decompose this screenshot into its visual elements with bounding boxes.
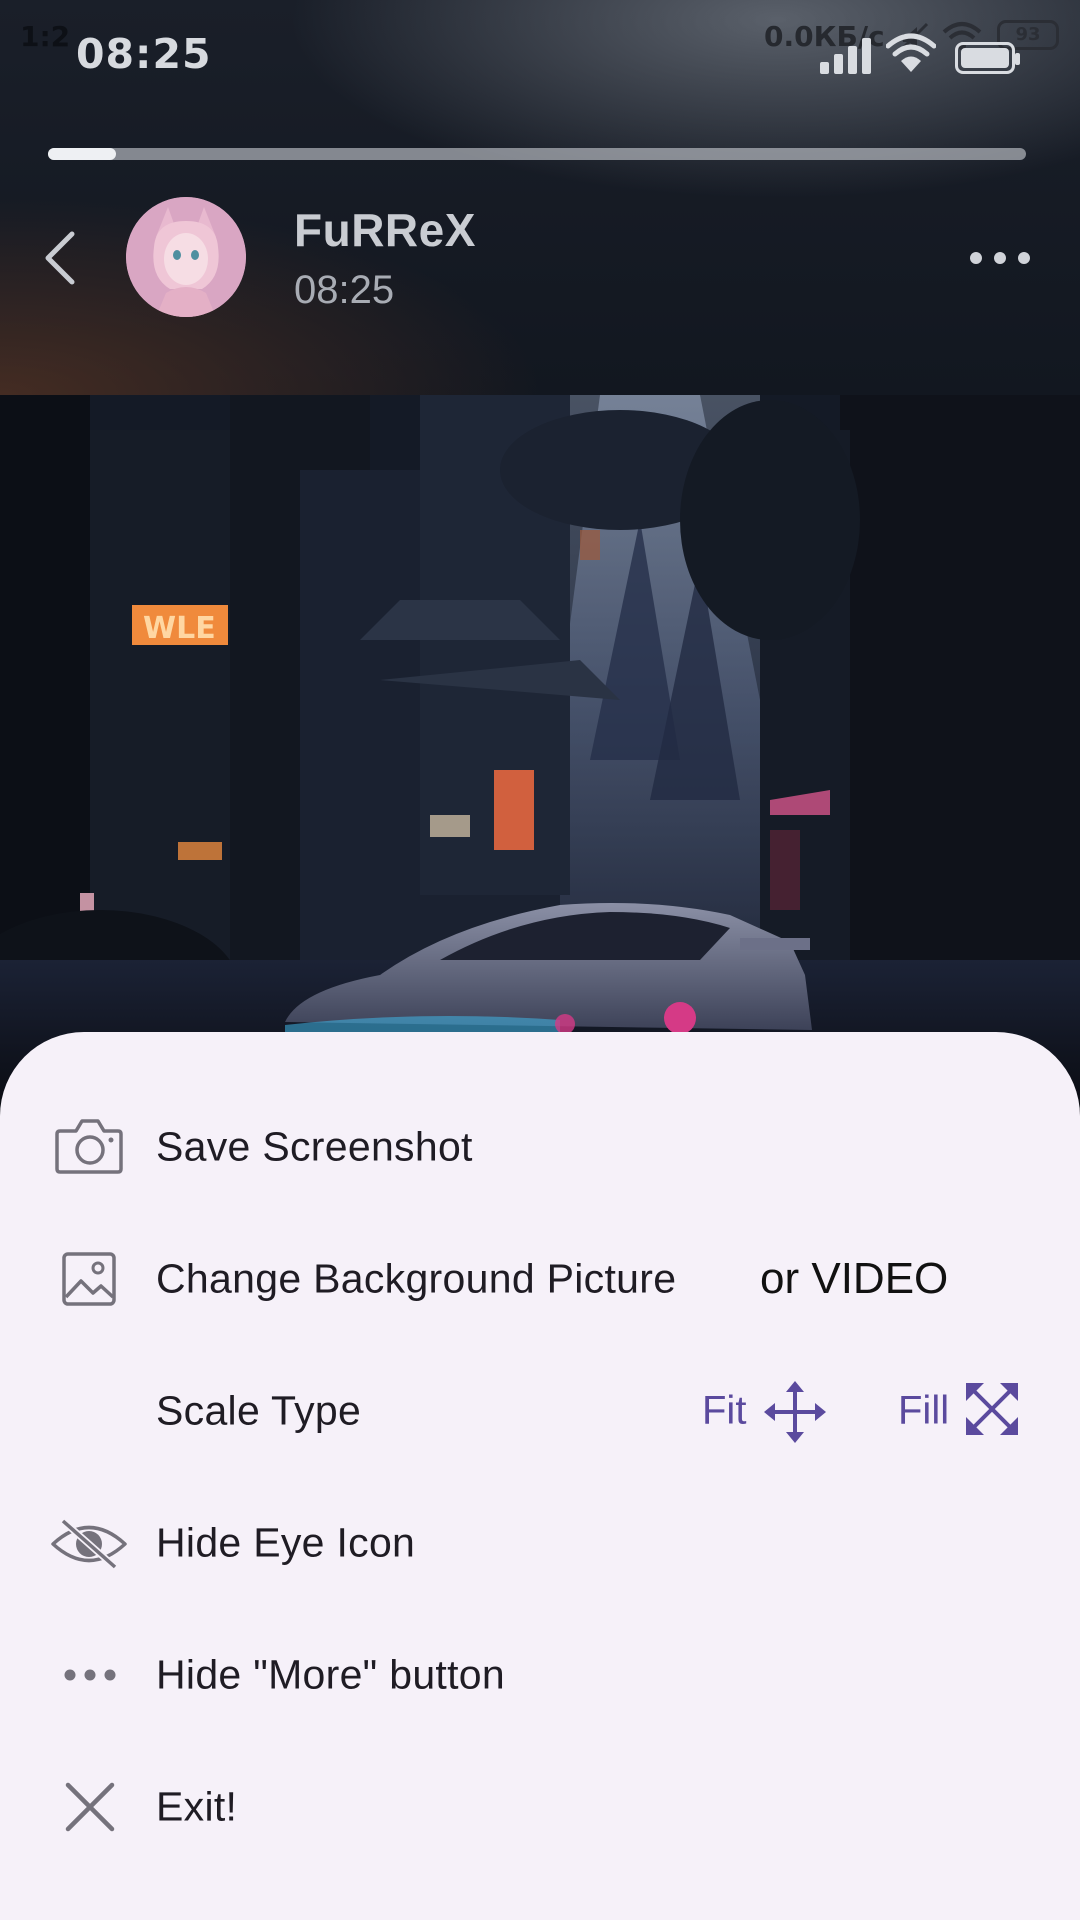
change-background-item[interactable]: Change Background Picture or VIDEO (0, 1229, 1080, 1329)
eye-off-icon (51, 1518, 127, 1570)
hide-eye-icon-label: Hide Eye Icon (156, 1519, 416, 1566)
battery-indicator (955, 42, 1020, 74)
hide-eye-icon-item[interactable]: Hide Eye Icon (0, 1493, 1080, 1593)
scale-type-item: Scale Type Fit Fill (0, 1361, 1080, 1461)
exit-label: Exit! (156, 1783, 238, 1830)
avatar[interactable] (126, 197, 246, 317)
scale-fit-label[interactable]: Fit (702, 1389, 746, 1434)
story-progress-bar (48, 148, 1026, 160)
options-bottom-sheet: Save Screenshot Change Background Pictur… (0, 1032, 1080, 1920)
more-dots-icon (64, 1669, 116, 1681)
post-time: 08:25 (294, 268, 395, 312)
scale-type-label: Scale Type (156, 1387, 362, 1434)
exit-item[interactable]: Exit! (0, 1757, 1080, 1857)
user-name[interactable]: FuRReX (294, 203, 476, 257)
status-clock: 08:25 (76, 30, 212, 78)
more-button[interactable] (964, 236, 1036, 280)
or-video-label: or VIDEO (760, 1254, 949, 1303)
move-arrows-icon[interactable] (762, 1379, 828, 1445)
overlay-clock: 1:2 (20, 20, 71, 53)
hide-more-button-label: Hide "More" button (156, 1651, 506, 1698)
expand-arrows-icon[interactable] (964, 1381, 1020, 1437)
change-background-label: Change Background Picture (156, 1255, 677, 1302)
save-screenshot-label: Save Screenshot (156, 1123, 473, 1170)
back-button[interactable] (40, 228, 84, 288)
scale-fill-label[interactable]: Fill (898, 1389, 949, 1434)
wifi-icon (886, 33, 936, 72)
close-icon (65, 1782, 115, 1832)
image-icon (62, 1252, 116, 1306)
camera-icon (55, 1119, 123, 1174)
story-progress-fill (48, 148, 117, 160)
svg-text:WLE: WLE (143, 611, 216, 646)
hide-more-button-item[interactable]: Hide "More" button (0, 1625, 1080, 1725)
signal-icon (820, 38, 871, 74)
save-screenshot-item[interactable]: Save Screenshot (0, 1097, 1080, 1197)
